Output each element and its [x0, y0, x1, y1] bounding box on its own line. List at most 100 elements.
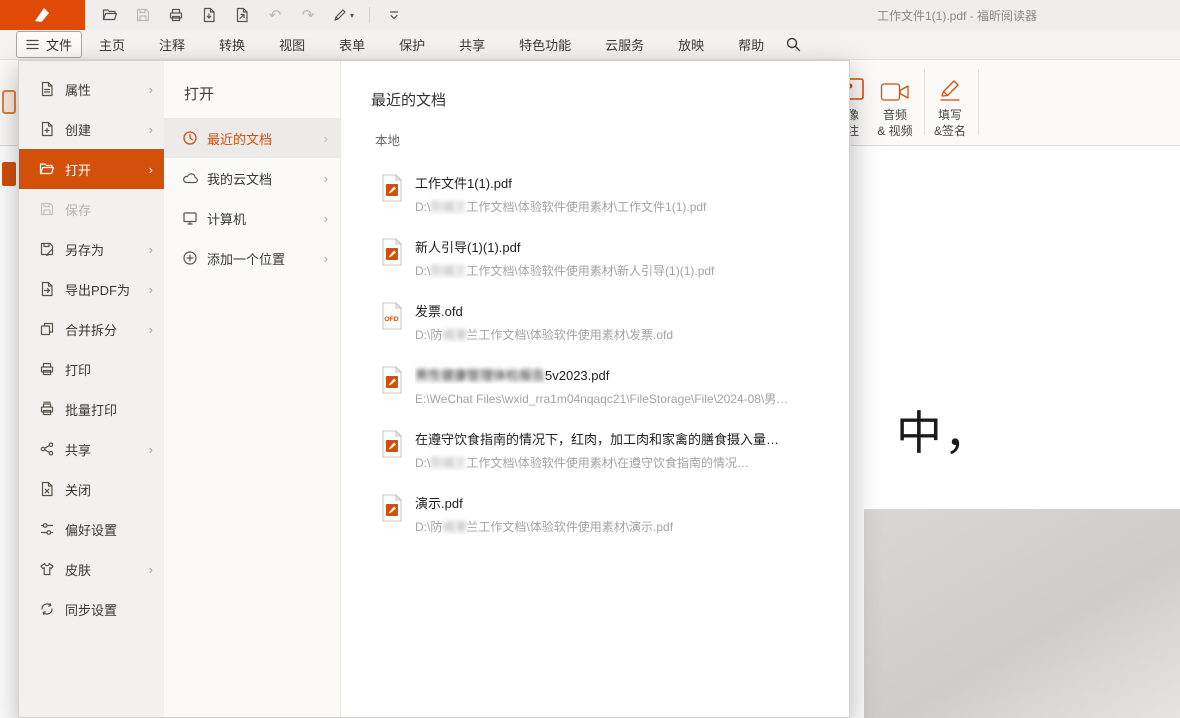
- menu-comment[interactable]: 注释: [142, 35, 202, 54]
- file-menu-item-create[interactable]: 创建 ›: [19, 109, 164, 149]
- menu-special-features[interactable]: 特色功能: [502, 35, 588, 54]
- create-icon: [39, 121, 55, 137]
- titlebar: ↶ ↷ ▾ 工作文件1(1).pdf - 福昕阅读器: [0, 0, 1180, 30]
- app-logo: [0, 0, 85, 30]
- file-menu-item-sync-settings[interactable]: 同步设置: [19, 589, 164, 629]
- pdf-file-icon: [381, 238, 403, 266]
- recent-file-row[interactable]: 新人引导(1)(1).pdf D:\防城兰工作文档\体验软件使用素材\新人引导(…: [381, 233, 827, 297]
- open-item-cloud-documents[interactable]: 我的云文档 ›: [164, 158, 340, 198]
- file-menu-item-export-pdf[interactable]: 导出PDF为 ›: [19, 269, 164, 309]
- item-label: 共享: [65, 440, 91, 459]
- item-label: 同步设置: [65, 600, 117, 619]
- file-name: 工作文件1(1).pdf: [415, 173, 827, 192]
- file-name-text: 新人引导(1)(1).pdf: [415, 240, 520, 255]
- customize-toolbar-button[interactable]: [385, 6, 403, 24]
- recent-file-row[interactable]: 男性健康管理体检报告5v2023.pdf E:\WeChat Files\wxi…: [381, 361, 827, 425]
- file-name: 在遵守饮食指南的情况下，红肉，加工肉和家禽的膳食摄入量…: [415, 429, 827, 448]
- batch-print-icon: [39, 401, 55, 417]
- recent-file-row[interactable]: 工作文件1(1).pdf D:\防城兰工作文档\体验软件使用素材\工作文件1(1…: [381, 169, 827, 233]
- file-name-text: 在遵守饮食指南的情况下，红肉，加工肉和家禽的膳食摄入量…: [415, 432, 779, 447]
- menu-help[interactable]: 帮助: [721, 35, 781, 54]
- blurred-path-segment: 城港: [442, 328, 466, 342]
- open-file-button[interactable]: [101, 6, 119, 24]
- add-place-icon: [182, 250, 198, 266]
- ribbon-label-line: &签名: [926, 123, 974, 139]
- export-page-button[interactable]: [200, 6, 218, 24]
- chevron-right-icon: ›: [324, 132, 328, 145]
- file-name-text: 工作文件1(1).pdf: [415, 176, 512, 191]
- pdf-file-icon: [381, 366, 403, 394]
- menu-home[interactable]: 主页: [82, 35, 142, 54]
- file-menu-item-batch-print[interactable]: 批量打印: [19, 389, 164, 429]
- blurred-path-segment: 防城兰: [430, 200, 466, 214]
- path-segment: 工作文档\体验软件使用素材\在遵守饮食指南的情况…: [466, 456, 749, 470]
- menu-cloud-service[interactable]: 云服务: [588, 35, 661, 54]
- blurred-path-segment: 城港: [442, 520, 466, 534]
- page-arrow-down-icon: [201, 7, 217, 23]
- recent-file-row[interactable]: 演示.pdf D:\防城港兰工作文档\体验软件使用素材\演示.pdf: [381, 489, 827, 553]
- chevron-right-icon: ›: [324, 252, 328, 265]
- menu-slideshow[interactable]: 放映: [661, 35, 721, 54]
- file-menu-item-save[interactable]: 保存: [19, 189, 164, 229]
- item-label: 我的云文档: [207, 169, 272, 188]
- file-menu-item-properties[interactable]: 属性 ›: [19, 69, 164, 109]
- item-label: 另存为: [65, 240, 104, 259]
- file-menu-sidebar: 属性 › 创建 › 打开 › 保存 另存为 ›: [19, 61, 164, 717]
- menu-share[interactable]: 共享: [442, 35, 502, 54]
- ribbon-label-line: 填写: [926, 107, 974, 123]
- menu-protect[interactable]: 保护: [382, 35, 442, 54]
- item-label: 打开: [65, 160, 91, 179]
- open-item-computer[interactable]: 计算机 ›: [164, 198, 340, 238]
- create-page-button[interactable]: [233, 6, 251, 24]
- item-label: 属性: [65, 80, 91, 99]
- recent-file-row[interactable]: 在遵守饮食指南的情况下，红肉，加工肉和家禽的膳食摄入量… D:\防城兰工作文档\…: [381, 425, 827, 489]
- ribbon-fill-sign-button[interactable]: 填写 &签名: [926, 69, 974, 139]
- local-section-label: 本地: [375, 130, 849, 149]
- open-folder-icon: [102, 7, 118, 23]
- open-item-add-place[interactable]: 添加一个位置 ›: [164, 238, 340, 278]
- search-button[interactable]: [785, 36, 802, 53]
- open-item-recent-documents[interactable]: 最近的文档 ›: [164, 118, 340, 158]
- chevron-right-icon: ›: [149, 323, 153, 336]
- chevron-right-icon: ›: [324, 172, 328, 185]
- merge-split-icon: [39, 321, 55, 337]
- save-as-icon: [39, 241, 55, 257]
- save-button[interactable]: [134, 6, 152, 24]
- recent-file-row[interactable]: OFD 发票.ofd D:\防城港兰工作文档\体验软件使用素材\发票.ofd: [381, 297, 827, 361]
- file-menu-item-save-as[interactable]: 另存为 ›: [19, 229, 164, 269]
- item-label: 皮肤: [65, 560, 91, 579]
- close-document-icon: [39, 481, 55, 497]
- menubar: 文件 主页 注释 转换 视图 表单 保护 共享 特色功能 云服务 放映 帮助: [0, 30, 1180, 60]
- file-menu-item-merge-split[interactable]: 合并拆分 ›: [19, 309, 164, 349]
- pen-tool-button[interactable]: ▾: [332, 7, 354, 23]
- menu-convert[interactable]: 转换: [202, 35, 262, 54]
- file-menu-item-open[interactable]: 打开 ›: [19, 149, 164, 189]
- file-menu-item-close[interactable]: 关闭: [19, 469, 164, 509]
- undo-button[interactable]: ↶: [266, 6, 284, 24]
- file-name-text: 5v2023.pdf: [545, 368, 609, 383]
- hamburger-icon: [26, 39, 39, 50]
- file-menu-item-preferences[interactable]: 偏好设置: [19, 509, 164, 549]
- file-name-text: 发票.ofd: [415, 304, 463, 319]
- path-segment: D:\: [415, 200, 430, 214]
- menu-form[interactable]: 表单: [322, 35, 382, 54]
- file-menu-item-print[interactable]: 打印: [19, 349, 164, 389]
- recent-file-list: 工作文件1(1).pdf D:\防城兰工作文档\体验软件使用素材\工作文件1(1…: [381, 169, 827, 553]
- file-name: 发票.ofd: [415, 301, 827, 320]
- path-segment: D:\防: [415, 520, 442, 534]
- open-icon: [39, 161, 55, 177]
- audio-video-icon: [868, 69, 922, 103]
- file-path: D:\防城兰工作文档\体验软件使用素材\工作文件1(1).pdf: [415, 198, 827, 215]
- menu-view[interactable]: 视图: [262, 35, 322, 54]
- ribbon-audio-video-button[interactable]: 音频 & 视频: [868, 69, 922, 139]
- file-menu-item-share[interactable]: 共享 ›: [19, 429, 164, 469]
- print-button[interactable]: [167, 6, 185, 24]
- item-label: 添加一个位置: [207, 249, 285, 268]
- file-menu-button[interactable]: 文件: [16, 31, 82, 58]
- redo-button[interactable]: ↷: [299, 6, 317, 24]
- file-menu-item-skin[interactable]: 皮肤 ›: [19, 549, 164, 589]
- file-name-text: 演示.pdf: [415, 496, 463, 511]
- pdf-file-icon: [381, 430, 403, 458]
- blurred-path-segment: 防城兰: [430, 456, 466, 470]
- computer-icon: [182, 210, 198, 226]
